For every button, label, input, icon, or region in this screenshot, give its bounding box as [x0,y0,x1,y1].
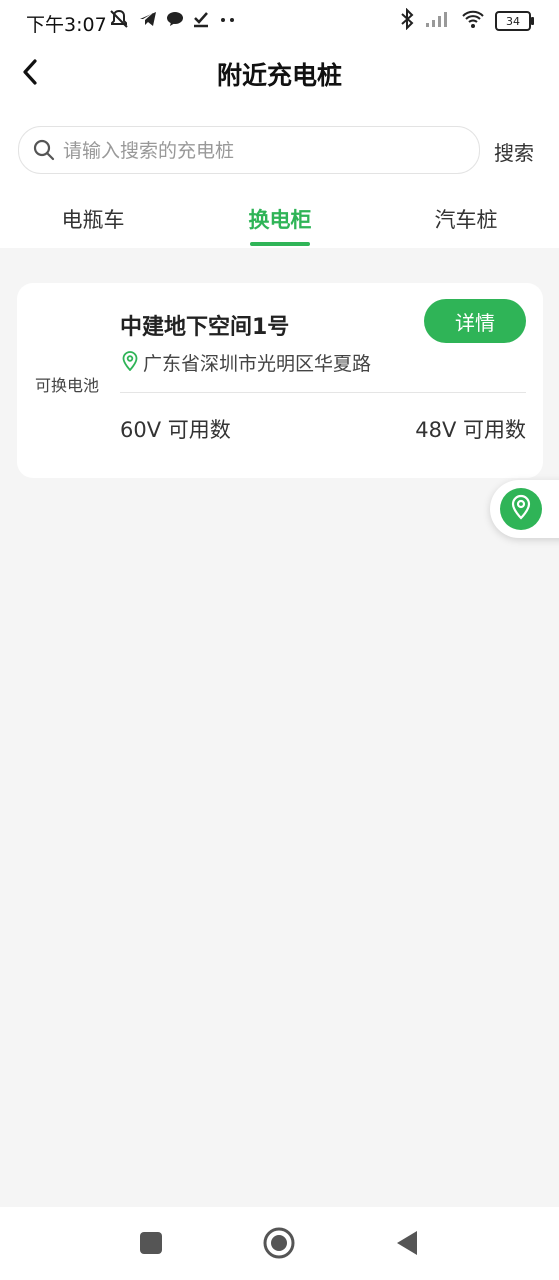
active-tab-indicator [250,242,310,246]
wifi-icon [461,9,485,33]
tab-electric-bike[interactable]: 电瓶车 [33,204,153,234]
stat-48v-available: 48V 可用数 [415,418,526,442]
details-button[interactable]: 详情 [424,299,526,343]
search-box[interactable] [18,126,480,175]
mute-bell-icon [108,8,130,34]
station-card[interactable]: 可换电池 中建地下空间1号 详情 广东省深圳市光明区华夏路 60V 可用数 48… [17,283,543,478]
triangle-back-icon [393,1229,419,1261]
swappable-battery-label: 可换电池 [35,376,100,395]
square-icon [138,1230,164,1260]
header: 附近充电桩 [0,44,559,104]
telegram-icon [138,9,158,33]
signal-icon [425,10,451,32]
tab-battery-swap-cabinet[interactable]: 换电柜 [220,204,340,234]
page-title: 附近充电桩 [216,61,342,90]
status-time: 下午3:07 [26,14,107,36]
circle-icon [263,1227,295,1263]
locate-button[interactable] [490,480,559,538]
status-bar: 下午3:07 34 [0,0,559,42]
system-nav-bar [0,1207,559,1280]
card-divider [120,392,526,393]
bluetooth-icon [399,7,415,34]
status-left-icons [108,8,238,34]
battery-icon: 34 [495,11,534,31]
station-name: 中建地下空间1号 [120,315,290,340]
search-button[interactable]: 搜索 [494,137,534,166]
tab-car-charger[interactable]: 汽车桩 [406,204,526,234]
chat-icon [166,10,184,32]
more-dots-icon [218,10,238,32]
stat-60v-available: 60V 可用数 [120,418,231,442]
tab-bar: 电瓶车 换电柜 汽车桩 [0,190,559,248]
location-pin-icon [510,494,532,524]
locate-button-circle [500,488,542,530]
recent-apps-button[interactable] [135,1229,167,1261]
search-icon [33,139,55,165]
status-right-icons: 34 [399,7,534,34]
address-row: 广东省深圳市光明区华夏路 [121,349,371,376]
home-button[interactable] [263,1227,295,1263]
system-back-button[interactable] [390,1229,422,1261]
battery-level: 34 [506,14,520,28]
station-address: 广东省深圳市光明区华夏路 [143,353,372,375]
check-icon [192,10,210,32]
location-pin-icon [121,350,139,375]
search-input[interactable] [61,127,465,175]
